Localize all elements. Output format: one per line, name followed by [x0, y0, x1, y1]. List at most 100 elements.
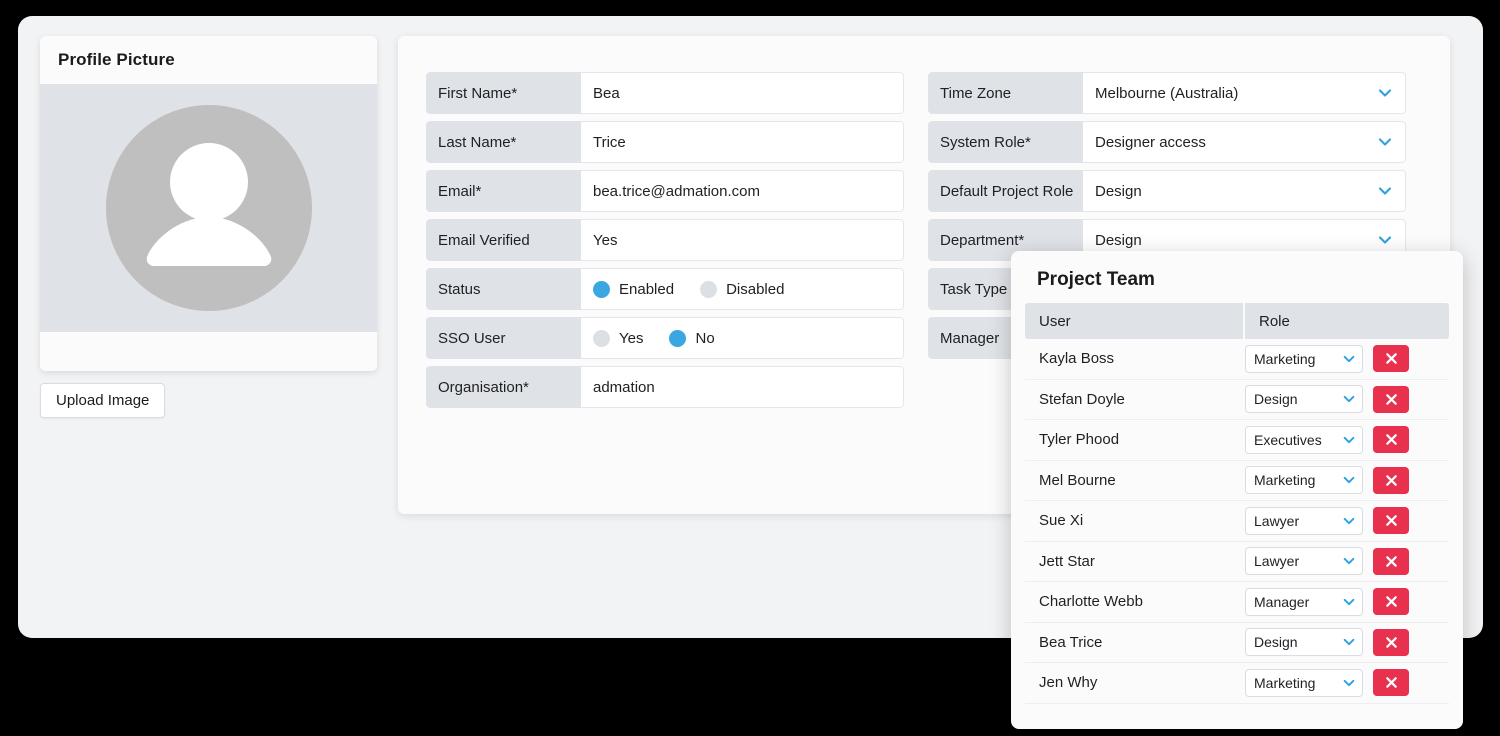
app-window: Profile Picture Upload Image First Name*… [18, 16, 1483, 729]
radio-group-sso-user[interactable]: Yes No [581, 317, 904, 359]
close-x-icon [1385, 393, 1397, 405]
form-row: Time Zone Melbourne (Australia) [928, 72, 1406, 114]
form-row: Email* bea.trice@admation.com [426, 170, 904, 212]
radio-group: Yes No [593, 329, 715, 347]
field-label: Email* [426, 170, 581, 212]
table-row: Sue Xi Lawyer [1025, 501, 1449, 542]
select-system-role-[interactable]: Designer access [1083, 121, 1406, 163]
select-time-zone[interactable]: Melbourne (Australia) [1083, 72, 1406, 114]
project-team-title: Project Team [1037, 269, 1155, 290]
radio-option-label: Yes [619, 329, 644, 347]
role-select[interactable]: Marketing [1245, 466, 1363, 495]
role-select[interactable]: Lawyer [1245, 506, 1363, 535]
remove-team-member-button[interactable] [1373, 669, 1409, 697]
radio-option-label: Disabled [726, 280, 785, 298]
radio-option-disabled[interactable]: Disabled [700, 280, 785, 298]
cell-user: Sue Xi [1039, 512, 1084, 530]
select-value: Design [1095, 231, 1142, 249]
close-x-icon [1385, 596, 1397, 608]
chevron-down-icon [1343, 477, 1355, 484]
input-email-verified[interactable]: Yes [581, 219, 904, 261]
remove-team-member-button[interactable] [1373, 588, 1409, 616]
input-value: Yes [593, 231, 618, 249]
form-row: First Name* Bea [426, 72, 904, 114]
radio-option-no[interactable]: No [669, 329, 715, 347]
radio-dot-selected-icon [593, 280, 610, 298]
field-label: System Role* [928, 121, 1083, 163]
remove-team-member-button[interactable] [1373, 628, 1409, 656]
role-select[interactable]: Executives [1245, 425, 1363, 454]
role-select-value: Lawyer [1254, 512, 1300, 529]
remove-team-member-button[interactable] [1373, 345, 1409, 373]
cell-user: Kayla Boss [1039, 350, 1115, 368]
cell-user: Charlotte Webb [1039, 593, 1143, 611]
role-select[interactable]: Design [1245, 385, 1363, 414]
remove-team-member-button[interactable] [1373, 547, 1409, 575]
input-email-[interactable]: bea.trice@admation.com [581, 170, 904, 212]
field-label: Default Project Role [928, 170, 1083, 212]
cell-user: Bea Trice [1039, 633, 1103, 651]
form-row: Last Name* Trice [426, 121, 904, 163]
cell-role: Marketing [1245, 668, 1449, 697]
table-row: Tyler Phood Executives [1025, 420, 1449, 461]
table-row: Mel Bourne Marketing [1025, 461, 1449, 501]
cell-user: Tyler Phood [1039, 431, 1120, 449]
chevron-down-icon [1343, 355, 1355, 362]
role-select[interactable]: Design [1245, 628, 1363, 657]
chevron-down-icon [1378, 89, 1392, 97]
chevron-down-icon [1343, 558, 1355, 565]
input-first-name-[interactable]: Bea [581, 72, 904, 114]
input-organisation-[interactable]: admation [581, 366, 904, 408]
radio-group: Enabled Disabled [593, 280, 785, 298]
chevron-down-icon [1343, 639, 1355, 646]
close-x-icon [1385, 515, 1397, 527]
input-value: bea.trice@admation.com [593, 182, 760, 200]
column-header-role: Role [1259, 312, 1290, 330]
cell-role: Manager [1245, 587, 1449, 616]
input-value: Trice [593, 133, 626, 151]
radio-dot-icon [593, 329, 610, 347]
role-select-value: Marketing [1254, 350, 1316, 367]
chevron-down-icon [1378, 187, 1392, 195]
select-value: Melbourne (Australia) [1095, 84, 1239, 102]
remove-team-member-button[interactable] [1373, 426, 1409, 454]
cell-user: Mel Bourne [1039, 471, 1116, 489]
table-row: Bea Trice Design [1025, 623, 1449, 663]
role-select[interactable]: Manager [1245, 587, 1363, 616]
cell-role: Lawyer [1245, 547, 1449, 576]
radio-dot-icon [700, 280, 718, 298]
role-select-value: Design [1254, 634, 1298, 651]
role-select-value: Executives [1254, 431, 1322, 448]
field-label: SSO User [426, 317, 581, 359]
close-x-icon [1385, 434, 1397, 446]
upload-image-button[interactable]: Upload Image [40, 383, 166, 418]
project-team-table: User Role Kayla Boss Marketing Stefan Doyl… [1011, 303, 1463, 704]
chevron-down-icon [1343, 679, 1355, 686]
chevron-down-icon [1378, 138, 1392, 146]
profile-picture-card: Profile Picture [40, 36, 377, 371]
role-select[interactable]: Lawyer [1245, 547, 1363, 576]
role-select[interactable]: Marketing [1245, 344, 1363, 373]
radio-option-yes[interactable]: Yes [593, 329, 644, 347]
cell-user: Jen Why [1039, 674, 1098, 692]
role-select[interactable]: Marketing [1245, 668, 1363, 697]
close-x-icon [1385, 555, 1397, 567]
form-row: Organisation* admation [426, 366, 904, 408]
profile-image-area[interactable] [40, 84, 377, 332]
profile-card-footer [40, 332, 377, 371]
remove-team-member-button[interactable] [1373, 507, 1409, 535]
form-row: SSO User Yes No [426, 317, 904, 359]
cell-role: Lawyer [1245, 506, 1449, 535]
select-default-project-role[interactable]: Design [1083, 170, 1406, 212]
form-row: Default Project Role Design [928, 170, 1406, 212]
radio-group-status[interactable]: Enabled Disabled [581, 268, 904, 310]
role-select-value: Design [1254, 391, 1298, 408]
project-team-panel: Project Team User Role Kayla Boss Marketi… [1011, 251, 1463, 729]
form-row: System Role* Designer access [928, 121, 1406, 163]
cell-role: Marketing [1245, 344, 1449, 373]
remove-team-member-button[interactable] [1373, 466, 1409, 494]
user-avatar-icon [105, 105, 312, 311]
remove-team-member-button[interactable] [1373, 385, 1409, 413]
radio-option-enabled[interactable]: Enabled [593, 280, 674, 298]
input-last-name-[interactable]: Trice [581, 121, 904, 163]
